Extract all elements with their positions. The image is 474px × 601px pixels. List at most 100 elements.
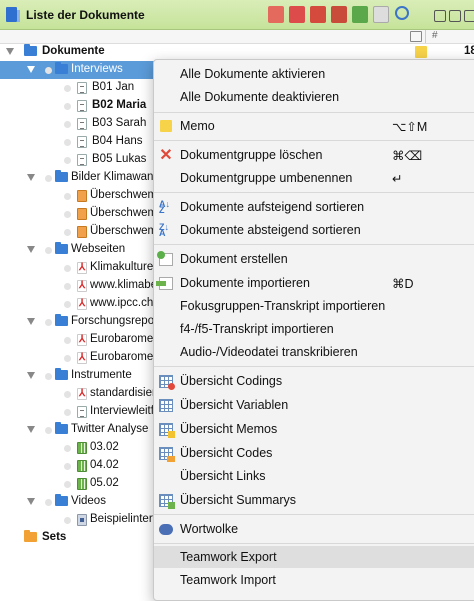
activation-dot-icon[interactable]	[45, 247, 52, 254]
activation-dot-icon[interactable]	[64, 211, 71, 218]
maximize-icon[interactable]	[449, 10, 461, 22]
activation-dot-icon[interactable]	[45, 499, 52, 506]
new-document-icon[interactable]	[352, 6, 368, 23]
activation-dot-icon[interactable]	[64, 355, 71, 362]
column-separator	[425, 30, 426, 43]
menu-item-label: Übersicht Links	[180, 469, 266, 483]
activation-dot-icon[interactable]	[45, 427, 52, 434]
menu-item-shortcut: ↵	[392, 172, 403, 186]
sort-descending-icon: Z↓ A	[159, 222, 169, 238]
expand-triangle-icon[interactable]	[27, 372, 35, 379]
text-document-icon	[77, 406, 87, 418]
menu-item-label: Memo	[180, 119, 215, 133]
menu-item-transcribe[interactable]: Audio-/Videodatei transkribieren	[154, 341, 474, 363]
menu-item-teamwork-import[interactable]: Teamwork Import	[154, 569, 474, 591]
menu-item-teamwork-export[interactable]: Teamwork Export	[154, 546, 474, 568]
menu-item-rename-group[interactable]: Dokumentgruppe umbenennen ↵	[154, 167, 474, 189]
pdf-document-icon: ⅄	[77, 298, 87, 310]
activation-dot-icon[interactable]	[45, 373, 52, 380]
folder-icon	[55, 62, 68, 74]
folder-icon	[55, 368, 68, 380]
memo-icon[interactable]	[415, 46, 427, 58]
tree-item-label: 05.02	[90, 477, 119, 489]
import-document-icon[interactable]	[373, 6, 389, 23]
menu-item-label: Fokusgruppen-Transkript importieren	[180, 299, 386, 313]
menu-item-delete-group[interactable]: ✕ Dokumentgruppe löschen ⌘⌫	[154, 144, 474, 166]
menu-item-import-focusgroup[interactable]: Fokusgruppen-Transkript importieren	[154, 295, 474, 317]
activation-dot-icon[interactable]	[64, 391, 71, 398]
menu-separator	[154, 514, 474, 515]
activation-dot-icon[interactable]	[64, 121, 71, 128]
activation-dot-icon[interactable]	[64, 157, 71, 164]
menu-item-overview-summarys[interactable]: Übersicht Summarys	[154, 489, 474, 511]
activation-dot-icon[interactable]	[64, 265, 71, 272]
menu-item-overview-memos[interactable]: Übersicht Memos	[154, 418, 474, 440]
menu-item-sort-descending[interactable]: Z↓ A Dokumente absteigend sortieren	[154, 219, 474, 241]
word-cloud-icon	[159, 524, 173, 535]
image-documents-icon[interactable]	[331, 6, 347, 23]
folder-icon	[55, 422, 68, 434]
expand-triangle-icon[interactable]	[27, 318, 35, 325]
menu-item-deactivate-all[interactable]: Alle Dokumente deaktivieren	[154, 86, 474, 108]
tree-item-label: B01 Jan	[92, 81, 135, 93]
menu-item-import-documents[interactable]: Dokumente importieren ⌘D	[154, 272, 474, 294]
activation-dot-icon[interactable]	[64, 409, 71, 416]
menu-item-overview-codes[interactable]: Übersicht Codes	[154, 442, 474, 464]
activation-dot-icon[interactable]	[64, 193, 71, 200]
text-document-icon	[77, 118, 87, 130]
expand-triangle-icon[interactable]	[6, 48, 14, 55]
activation-dot-icon[interactable]	[64, 463, 71, 470]
menu-item-sort-ascending[interactable]: A↓ Z Dokumente aufsteigend sortieren	[154, 196, 474, 218]
menu-item-overview-links[interactable]: Übersicht Links	[154, 465, 474, 487]
tree-item-label: Bilder Klimawand	[71, 171, 160, 183]
expand-triangle-icon[interactable]	[27, 498, 35, 505]
activation-dot-icon[interactable]	[64, 103, 71, 110]
activation-dot-icon[interactable]	[64, 229, 71, 236]
activation-dot-icon[interactable]	[64, 283, 71, 290]
tree-item-label: 04.02	[90, 459, 119, 471]
tree-item-label: Überschwem	[90, 225, 158, 237]
activation-dot-icon[interactable]	[64, 517, 71, 524]
expand-triangle-icon[interactable]	[27, 246, 35, 253]
overview-memos-icon	[159, 423, 175, 438]
activation-dot-icon[interactable]	[64, 445, 71, 452]
tree-item-label: www.ipcc.ch	[90, 297, 154, 309]
menu-item-activate-all[interactable]: Alle Dokumente aktivieren	[154, 63, 474, 85]
menu-item-label: Wortwolke	[180, 522, 239, 536]
menu-item-overview-variables[interactable]: Übersicht Variablen	[154, 394, 474, 416]
pdf-documents-icon[interactable]	[310, 6, 326, 23]
search-icon[interactable]	[395, 6, 409, 20]
menu-item-create-document[interactable]: Dokument erstellen	[154, 248, 474, 270]
document-list-icon	[6, 7, 20, 22]
activation-dot-icon[interactable]	[45, 319, 52, 326]
undock-icon[interactable]	[434, 10, 446, 22]
activation-dot-icon[interactable]	[64, 301, 71, 308]
menu-separator	[154, 112, 474, 113]
activation-dot-icon[interactable]	[45, 67, 52, 74]
menu-item-memo[interactable]: Memo ⌥⇧M	[154, 115, 474, 137]
activation-dot-icon[interactable]	[64, 481, 71, 488]
menu-item-label: Dokumentgruppe löschen	[180, 148, 323, 162]
activation-dot-icon[interactable]	[45, 175, 52, 182]
document-count: 18	[464, 45, 474, 57]
menu-separator	[154, 543, 474, 544]
menu-item-label: Teamwork Import	[180, 573, 276, 587]
image-document-icon	[77, 190, 87, 202]
activation-dot-icon[interactable]	[64, 337, 71, 344]
window-title: Liste der Dokumente	[26, 8, 145, 22]
activation-dot-icon[interactable]	[64, 85, 71, 92]
menu-item-word-cloud[interactable]: Wortwolke	[154, 518, 474, 540]
tree-item-label: B05 Lukas	[92, 153, 147, 165]
menu-item-label: Alle Dokumente deaktivieren	[180, 90, 340, 104]
delete-document-icon[interactable]	[268, 6, 284, 23]
document-sets-icon[interactable]	[289, 6, 305, 23]
tree-item-label: 03.02	[90, 441, 119, 453]
expand-triangle-icon[interactable]	[27, 66, 35, 73]
activation-dot-icon[interactable]	[64, 139, 71, 146]
expand-triangle-icon[interactable]	[27, 426, 35, 433]
menu-item-import-f4f5[interactable]: f4-/f5-Transkript importieren	[154, 318, 474, 340]
menu-item-overview-codings[interactable]: Übersicht Codings	[154, 370, 474, 392]
expand-triangle-icon[interactable]	[27, 174, 35, 181]
tree-item-label: Interviewleitfa	[90, 405, 161, 417]
more-icon[interactable]	[464, 10, 474, 22]
